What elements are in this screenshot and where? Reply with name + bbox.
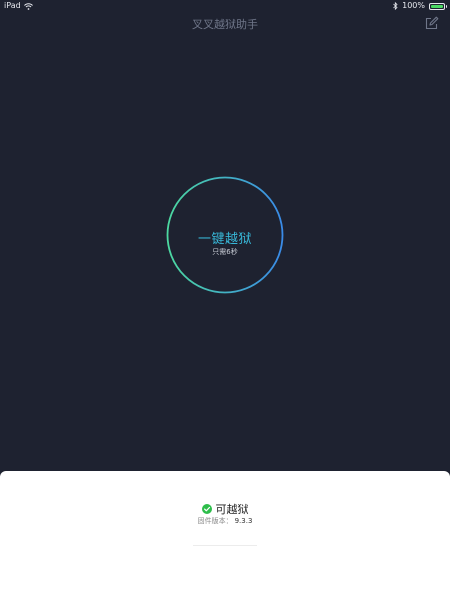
- edit-button[interactable]: [424, 16, 439, 31]
- battery-fill: [431, 4, 443, 8]
- firmware-label: 固件版本：: [197, 517, 233, 525]
- status-text: 可越狱: [215, 503, 249, 516]
- app-title: 叉叉越狱助手: [192, 18, 258, 31]
- bluetooth-icon: [393, 2, 398, 10]
- check-circle-icon: [201, 504, 212, 514]
- status-right: 100%: [393, 0, 447, 12]
- status-left: iPad: [4, 0, 33, 12]
- status-bar: iPad 100%: [0, 0, 450, 12]
- jailbreak-subtitle: 只需6秒: [212, 248, 238, 256]
- device-name: iPad: [4, 1, 21, 10]
- edit-icon: [424, 16, 439, 31]
- wifi-icon: [23, 2, 33, 10]
- jailbreak-button[interactable]: 一键越狱 只需6秒: [166, 176, 284, 294]
- divider: [193, 545, 257, 546]
- jailbreak-label: 一键越狱: [197, 232, 252, 247]
- battery-icon: [429, 2, 447, 10]
- firmware-version: 9.3.3: [234, 517, 253, 525]
- jailbreak-status: 可越狱: [0, 501, 450, 517]
- firmware-info: 固件版本： 9.3.3: [0, 516, 450, 526]
- battery-percent: 100%: [402, 1, 425, 10]
- bottom-panel: 可越狱 固件版本： 9.3.3: [0, 471, 450, 600]
